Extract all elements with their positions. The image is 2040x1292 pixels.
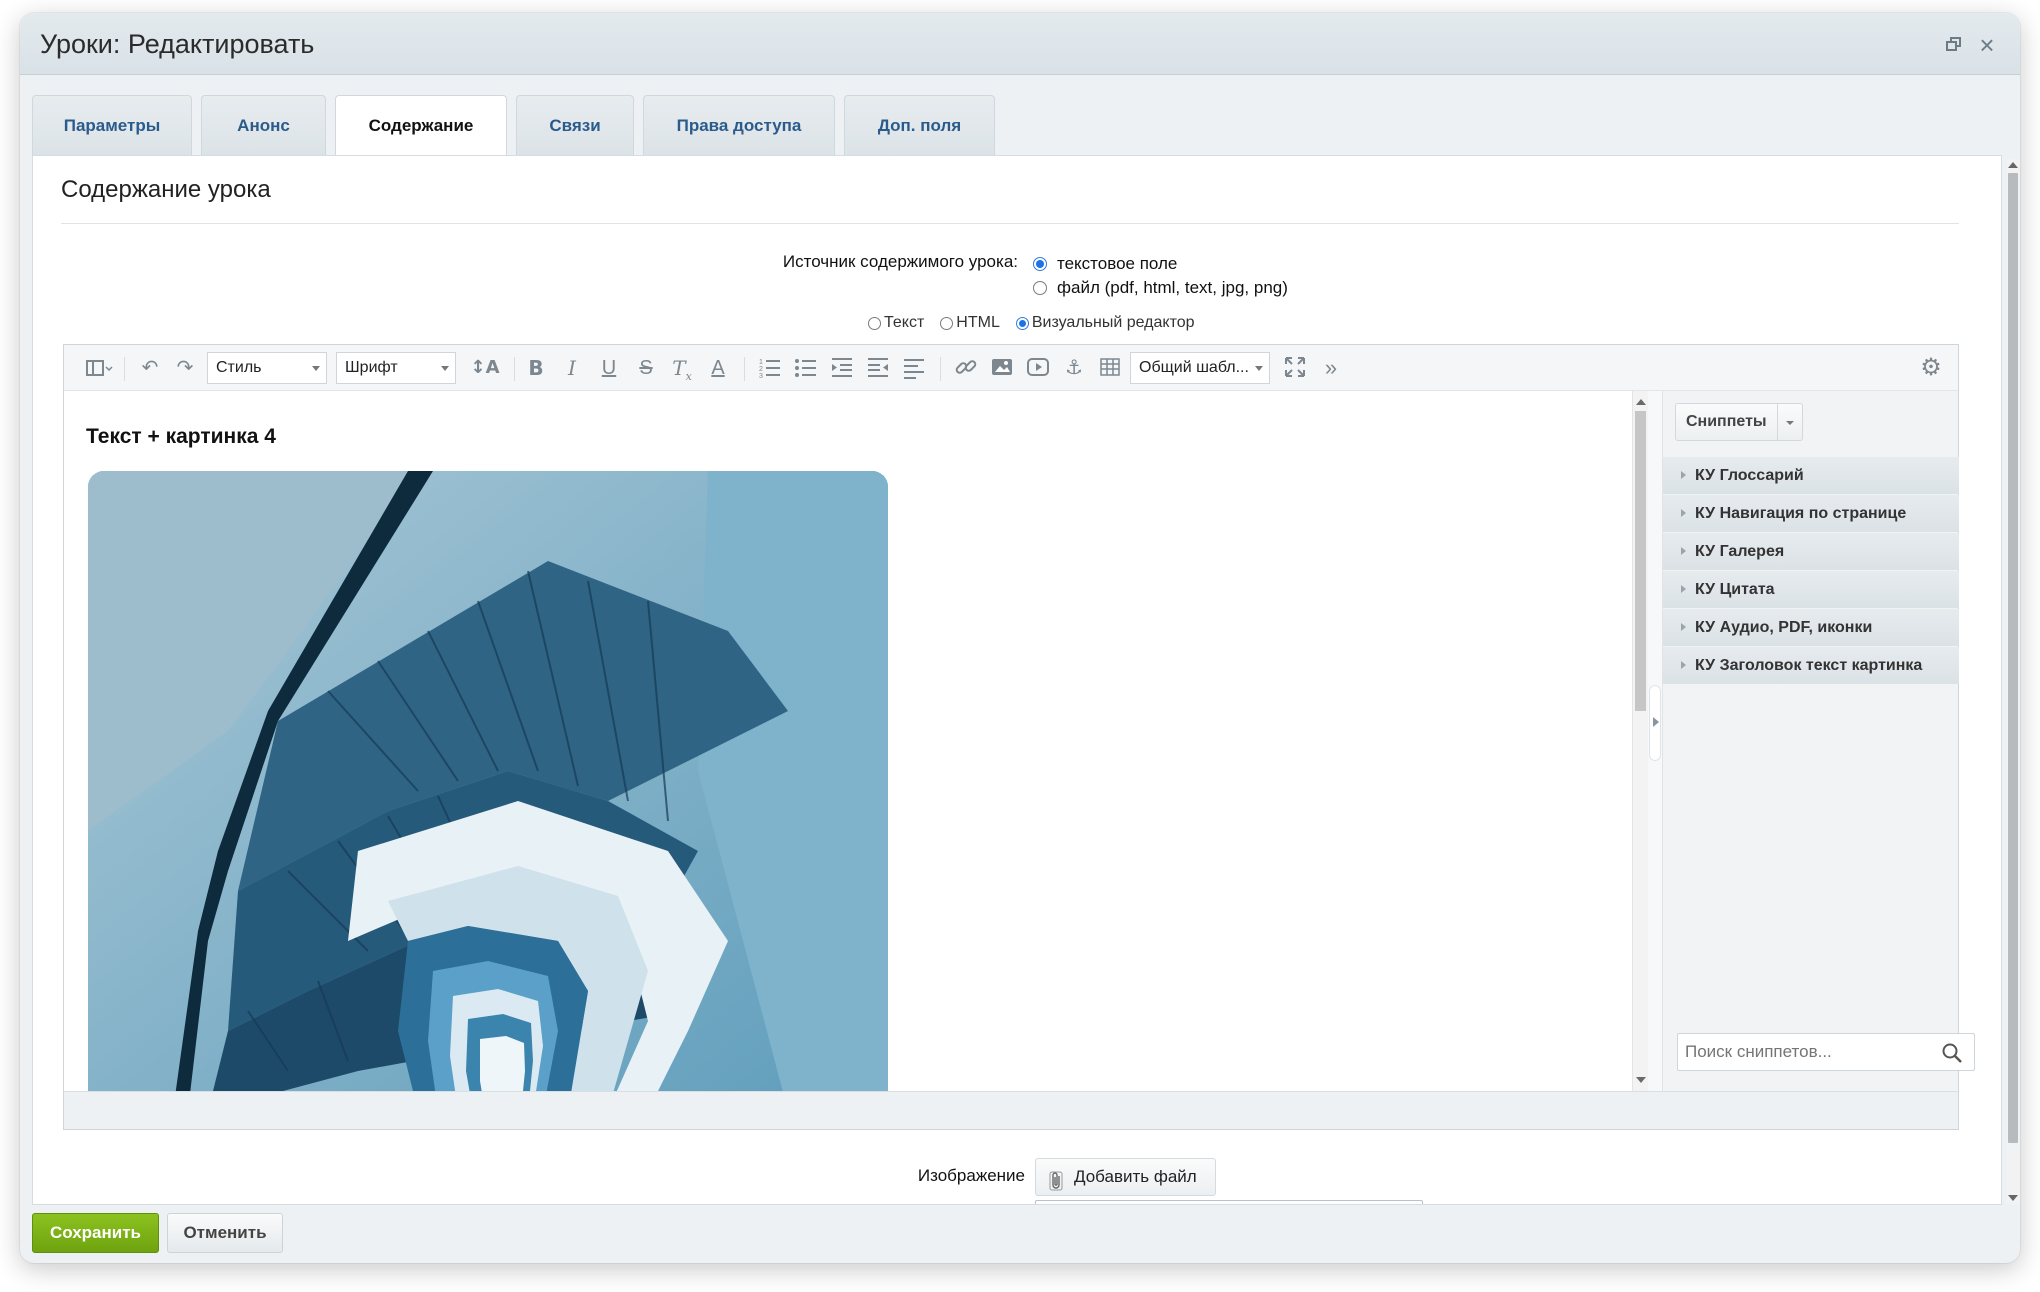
source-option-label: текстовое поле bbox=[1057, 254, 1178, 273]
image-icon[interactable] bbox=[989, 355, 1015, 381]
svg-text:3: 3 bbox=[759, 373, 763, 379]
strikethrough-icon[interactable]: S bbox=[633, 355, 659, 381]
radio-mode-text[interactable] bbox=[868, 316, 881, 330]
ordered-list-icon[interactable]: 123 bbox=[757, 355, 783, 381]
mode-visual-editor[interactable]: Визуальный редактор bbox=[1015, 314, 1195, 332]
image-file-input[interactable] bbox=[1035, 1200, 1423, 1204]
mode-html[interactable]: HTML bbox=[940, 314, 1000, 332]
indent-icon[interactable] bbox=[829, 355, 855, 381]
editor-mode-switch: Текст HTML Визуальный редактор bbox=[868, 314, 1211, 332]
anchor-icon[interactable]: ⚓ bbox=[1061, 355, 1087, 381]
dialog-scrollbar[interactable] bbox=[2006, 159, 2020, 1205]
snippet-item[interactable]: КУ Цитата bbox=[1663, 571, 1959, 608]
snippet-search-input[interactable] bbox=[1677, 1033, 1975, 1071]
snippet-item[interactable]: КУ Навигация по странице bbox=[1663, 495, 1959, 532]
mode-text[interactable]: Текст bbox=[868, 314, 924, 332]
unordered-list-icon[interactable] bbox=[793, 355, 819, 381]
underline-icon[interactable]: U bbox=[596, 355, 622, 381]
editor-scrollbar[interactable] bbox=[1632, 391, 1648, 1091]
snippets-button-label: Сниппеты bbox=[1676, 404, 1778, 440]
radio-text-field[interactable] bbox=[1033, 257, 1047, 271]
editor-toolbar: ↶ ↷ Стиль Шрифт ↕A B I U S Tx A 123 ⚓ Об… bbox=[64, 345, 1958, 391]
sidebar-toggle-icon[interactable] bbox=[84, 355, 114, 381]
template-select-value: Общий шабл... bbox=[1139, 359, 1249, 376]
svg-text:1: 1 bbox=[759, 359, 763, 366]
snippet-item[interactable]: КУ Галерея bbox=[1663, 533, 1959, 570]
image-field-label: Изображение bbox=[917, 1166, 1025, 1185]
editor-canvas[interactable]: Текст + картинка 4 bbox=[64, 391, 1632, 1091]
tab-access-rights[interactable]: Права доступа bbox=[643, 95, 835, 155]
search-icon[interactable] bbox=[1941, 1042, 1963, 1064]
font-select-value: Шрифт bbox=[345, 359, 398, 376]
mode-label: Визуальный редактор bbox=[1031, 314, 1195, 331]
snippets-button[interactable]: Сниппеты bbox=[1675, 403, 1803, 441]
snippet-item[interactable]: КУ Аудио, PDF, иконки bbox=[1663, 609, 1959, 646]
snippets-splitter[interactable] bbox=[1648, 391, 1662, 1091]
close-icon[interactable]: × bbox=[1977, 32, 1997, 58]
source-option-label: файл (pdf, html, text, jpg, png) bbox=[1057, 278, 1288, 297]
link-icon[interactable] bbox=[953, 355, 979, 381]
tab-announce[interactable]: Анонс bbox=[201, 95, 326, 155]
source-option-text-field[interactable]: текстовое поле bbox=[1033, 254, 1177, 274]
cancel-button[interactable]: Отменить bbox=[167, 1213, 283, 1253]
tab-content[interactable]: Содержание bbox=[335, 95, 507, 156]
visual-editor: ↶ ↷ Стиль Шрифт ↕A B I U S Tx A 123 ⚓ Об… bbox=[63, 344, 1975, 1130]
redo-icon[interactable]: ↷ bbox=[172, 355, 198, 381]
undo-icon[interactable]: ↶ bbox=[137, 355, 163, 381]
style-select-value: Стиль bbox=[216, 359, 262, 376]
content-image[interactable] bbox=[88, 471, 888, 1091]
radio-file[interactable] bbox=[1033, 281, 1047, 295]
fullscreen-icon[interactable] bbox=[1282, 355, 1308, 381]
collapse-handle-icon[interactable] bbox=[1649, 685, 1661, 761]
svg-text:2: 2 bbox=[759, 366, 763, 373]
snippet-item[interactable]: КУ Заголовок текст картинка bbox=[1663, 647, 1959, 684]
mode-label: HTML bbox=[956, 314, 1000, 331]
snippets-list: КУ Глоссарий КУ Навигация по странице КУ… bbox=[1663, 457, 1959, 685]
tab-links[interactable]: Связи bbox=[516, 95, 634, 155]
dialog-title: Уроки: Редактировать bbox=[40, 29, 315, 59]
italic-icon[interactable]: I bbox=[559, 355, 585, 381]
content-heading[interactable]: Текст + картинка 4 bbox=[86, 425, 276, 449]
content-source-label: Источник содержимого урока: bbox=[782, 252, 1018, 271]
save-button[interactable]: Сохранить bbox=[32, 1213, 159, 1253]
add-file-label: Добавить файл bbox=[1074, 1167, 1197, 1186]
tab-parameters[interactable]: Параметры bbox=[32, 95, 192, 155]
style-select[interactable]: Стиль bbox=[207, 352, 327, 384]
template-select[interactable]: Общий шабл... bbox=[1130, 352, 1270, 384]
video-icon[interactable] bbox=[1025, 355, 1051, 381]
radio-mode-visual[interactable] bbox=[1015, 316, 1029, 330]
tab-extra-fields[interactable]: Доп. поля bbox=[844, 95, 995, 155]
source-option-file[interactable]: файл (pdf, html, text, jpg, png) bbox=[1033, 278, 1288, 298]
table-icon[interactable] bbox=[1097, 355, 1123, 381]
font-size-icon[interactable]: ↕A bbox=[468, 355, 502, 381]
dialog-titlebar[interactable]: Уроки: Редактировать × bbox=[20, 13, 2020, 75]
section-title: Содержание урока bbox=[61, 176, 271, 203]
add-file-button[interactable]: Добавить файл bbox=[1035, 1158, 1216, 1196]
bold-icon[interactable]: B bbox=[523, 355, 549, 381]
edit-lesson-dialog: Уроки: Редактировать × Параметры Анонс С… bbox=[20, 13, 2020, 1263]
paperclip-icon bbox=[1048, 1168, 1064, 1191]
settings-icon[interactable]: ⚙ bbox=[1918, 355, 1944, 381]
text-color-icon[interactable]: A bbox=[705, 355, 731, 381]
content-panel: Содержание урока Источник содержимого ур… bbox=[32, 155, 2002, 1205]
more-icon[interactable]: » bbox=[1318, 355, 1344, 381]
snippet-item[interactable]: КУ Глоссарий bbox=[1663, 457, 1959, 494]
snippets-panel: Сниппеты КУ Глоссарий КУ Навигация по ст… bbox=[1662, 391, 1975, 1091]
section-divider bbox=[61, 223, 1959, 224]
mode-label: Текст bbox=[884, 314, 925, 331]
align-icon[interactable] bbox=[901, 355, 927, 381]
font-select[interactable]: Шрифт bbox=[336, 352, 456, 384]
editor-footer bbox=[64, 1091, 1958, 1129]
restore-window-icon[interactable] bbox=[1944, 35, 1964, 55]
radio-mode-html[interactable] bbox=[940, 316, 954, 330]
outdent-icon[interactable] bbox=[865, 355, 891, 381]
chevron-down-icon[interactable] bbox=[1778, 404, 1802, 440]
remove-format-icon[interactable]: Tx bbox=[669, 355, 695, 383]
